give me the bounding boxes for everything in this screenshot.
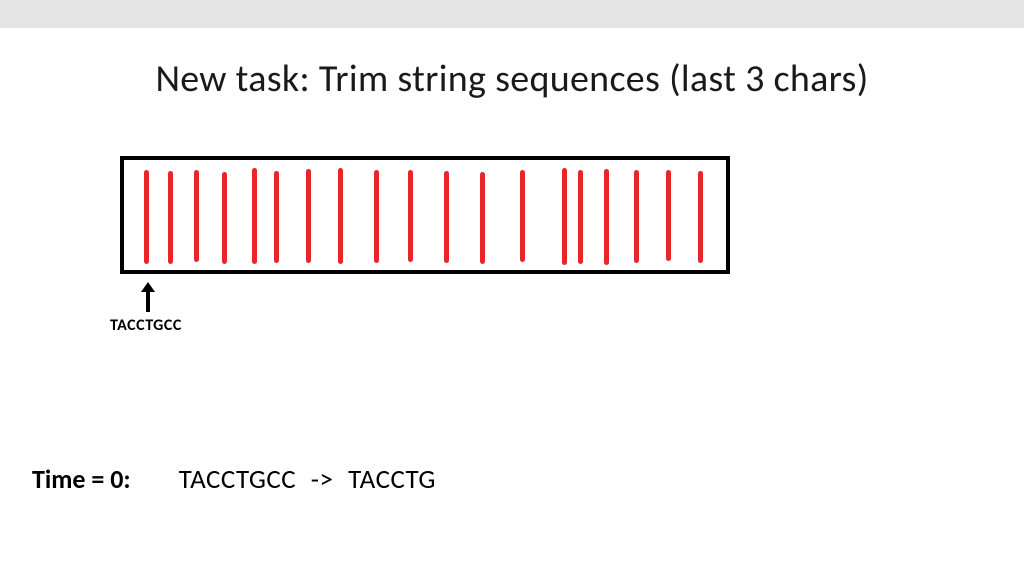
array-bar [480, 172, 485, 264]
array-bar [604, 169, 609, 265]
array-bar [698, 171, 703, 263]
array-bar [634, 170, 639, 263]
array-bar [374, 170, 379, 263]
example-row: Time = 0: TACCTGCC -> TACCTG [32, 463, 436, 496]
array-container-box [120, 156, 730, 274]
array-bar [562, 168, 567, 265]
array-bar [252, 168, 257, 264]
array-bar [306, 169, 311, 263]
example-transform: TACCTGCC -> TACCTG [179, 463, 436, 496]
array-bar [338, 168, 343, 264]
pointer-arrow [138, 280, 158, 314]
array-bars-group [124, 168, 726, 262]
array-bar [666, 170, 671, 261]
array-bar [444, 171, 449, 263]
array-bar [520, 170, 525, 262]
array-bar [144, 170, 149, 264]
time-label: Time = 0: [32, 463, 131, 495]
array-bar [408, 170, 413, 262]
array-bar [578, 170, 583, 264]
example-output: TACCTG [348, 463, 436, 496]
example-input: TACCTGCC [179, 463, 297, 496]
array-bar [222, 172, 227, 264]
array-bar [274, 171, 279, 263]
array-bar [194, 170, 199, 262]
arrow-up-icon [138, 280, 158, 314]
pointer-sequence-label: TACCTGCC [110, 316, 182, 335]
array-bar [168, 171, 173, 264]
slide-title: New task: Trim string sequences (last 3 … [0, 56, 1024, 102]
arrow-text: -> [311, 463, 334, 496]
top-bar [0, 0, 1024, 28]
